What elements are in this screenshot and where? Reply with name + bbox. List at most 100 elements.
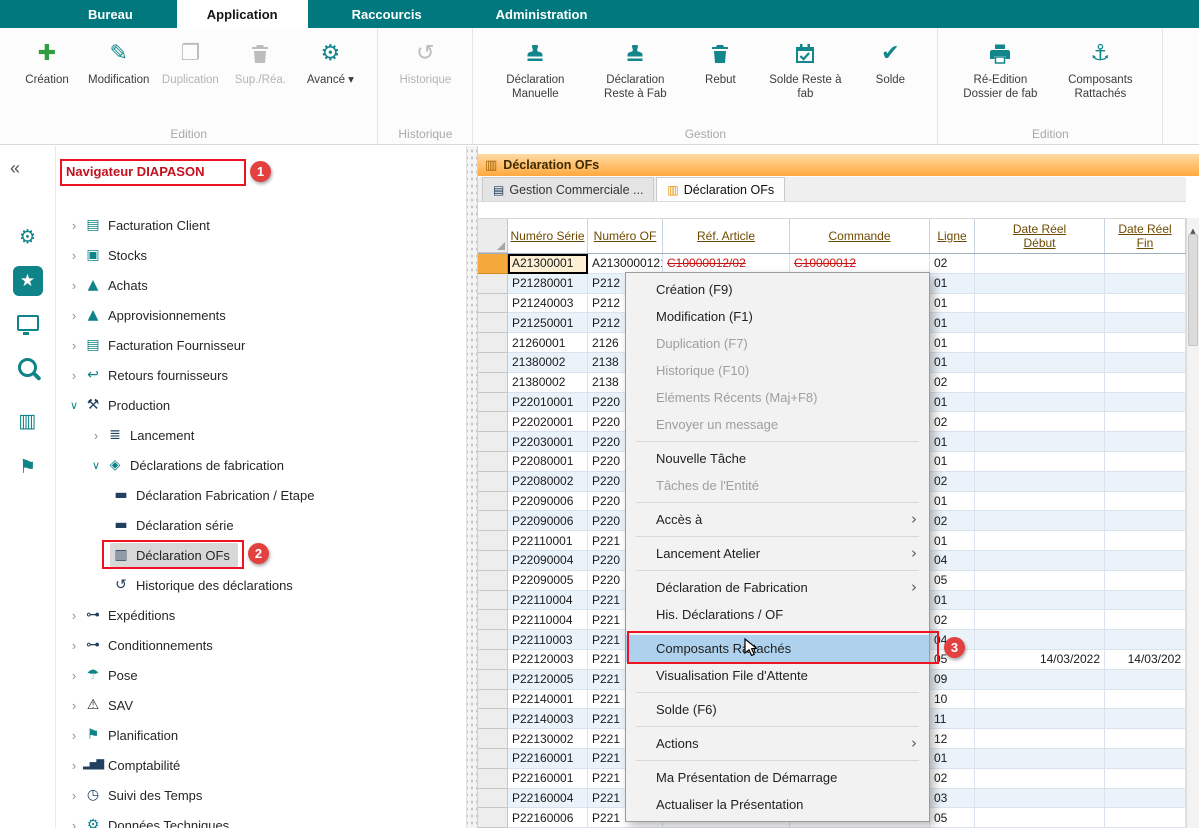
tree-item-declaration-serie[interactable]: ▬Déclaration série <box>56 510 466 540</box>
row-selector[interactable] <box>478 432 508 452</box>
tree-item-declaration-fabrication-etape[interactable]: ▬Déclaration Fabrication / Etape <box>56 480 466 510</box>
duplication-button[interactable]: ❐Duplication <box>155 36 225 87</box>
context-menu-item-actualiser-la-presentation[interactable]: Actualiser la Présentation <box>626 791 929 818</box>
context-menu-item-ma-presentation-de-demarrage[interactable]: Ma Présentation de Démarrage <box>626 764 929 791</box>
row-selector[interactable] <box>478 551 508 571</box>
tree-item-suivi-des-temps[interactable]: ›◷Suivi des Temps <box>56 780 466 810</box>
rail-flag-icon[interactable]: ⚑ <box>0 458 55 478</box>
row-selector[interactable] <box>478 511 508 531</box>
re-edition-dossier-de-fab-button[interactable]: Ré-Edition Dossier de fab <box>950 36 1050 102</box>
scrollbar-thumb[interactable] <box>1188 234 1198 346</box>
collapse-sidebar-button[interactable]: « <box>10 158 20 179</box>
chevron-right-icon[interactable]: › <box>66 788 82 803</box>
row-selector[interactable] <box>478 571 508 591</box>
row-selector[interactable] <box>478 294 508 314</box>
avance-button[interactable]: ⚙Avancé ▾ <box>295 36 365 87</box>
tree-item-achats[interactable]: ›▲Achats <box>56 270 466 300</box>
chevron-right-icon[interactable]: › <box>66 218 82 233</box>
context-menu-item-creation-f9[interactable]: Création (F9) <box>626 276 929 303</box>
context-menu-item-solde-f6[interactable]: Solde (F6) <box>626 696 929 723</box>
creation-button[interactable]: ✚Création <box>12 36 82 87</box>
row-selector[interactable] <box>478 492 508 512</box>
context-menu-item-acces-a[interactable]: Accès à› <box>626 506 929 533</box>
row-selector[interactable] <box>478 769 508 789</box>
context-menu-item-visualisation-file-d-attente[interactable]: Visualisation File d'Attente <box>626 662 929 689</box>
tree-item-stocks[interactable]: ›▣Stocks <box>56 240 466 270</box>
row-selector[interactable] <box>478 591 508 611</box>
chevron-right-icon[interactable]: › <box>66 368 82 383</box>
sidebar-splitter[interactable] <box>466 146 478 828</box>
chevron-right-icon[interactable]: › <box>66 308 82 323</box>
chevron-right-icon[interactable]: › <box>66 758 82 773</box>
chevron-right-icon[interactable]: › <box>88 428 104 443</box>
row-selector[interactable] <box>478 610 508 630</box>
chevron-right-icon[interactable]: › <box>66 608 82 623</box>
row-selector[interactable] <box>478 729 508 749</box>
row-selector[interactable] <box>478 749 508 769</box>
chevron-right-icon[interactable]: › <box>66 278 82 293</box>
tree-item-sav[interactable]: ›⚠SAV <box>56 690 466 720</box>
rail-columns-icon[interactable]: ▥ <box>0 412 55 432</box>
tree-item-approvisionnements[interactable]: ›▲Approvisionnements <box>56 300 466 330</box>
chevron-right-icon[interactable]: › <box>66 638 82 653</box>
chevron-right-icon[interactable]: › <box>66 818 82 828</box>
context-menu-item-actions[interactable]: Actions› <box>626 730 929 757</box>
chevron-right-icon[interactable]: › <box>66 728 82 743</box>
tree-item-donnees-techniques[interactable]: ›⚙Données Techniques <box>56 810 466 828</box>
tree-item-historique-des-declarations[interactable]: ↺Historique des déclarations <box>56 570 466 600</box>
row-selector[interactable] <box>478 313 508 333</box>
row-selector[interactable] <box>478 393 508 413</box>
row-selector[interactable] <box>478 472 508 492</box>
context-menu-item-his-declarations-of[interactable]: His. Déclarations / OF <box>626 601 929 628</box>
chevron-down-icon[interactable]: ∨ <box>66 399 82 412</box>
column-header-ref-article[interactable]: Réf. Article <box>663 219 790 253</box>
menu-tab-raccourcis[interactable]: Raccourcis <box>322 0 452 28</box>
context-menu-item-composants-rattaches[interactable]: Composants Rattachés <box>626 635 929 662</box>
tab-gestion-commerciale[interactable]: ▤Gestion Commerciale ... <box>482 177 654 201</box>
tree-item-lancement[interactable]: ›≣Lancement <box>56 420 466 450</box>
row-selector[interactable] <box>478 808 508 828</box>
rail-search-icon[interactable] <box>0 358 55 382</box>
declaration-reste-a-fab-button[interactable]: Déclaration Reste à Fab <box>585 36 685 102</box>
column-header-ligne[interactable]: Ligne <box>930 219 975 253</box>
chevron-right-icon[interactable]: › <box>66 698 82 713</box>
row-selector[interactable] <box>478 412 508 432</box>
column-header-commande[interactable]: Commande <box>790 219 930 253</box>
row-selector[interactable] <box>478 709 508 729</box>
row-selector[interactable] <box>478 630 508 650</box>
column-header-date-reel-debut[interactable]: Date Réel Début <box>975 219 1105 253</box>
modification-button[interactable]: ✎Modification <box>82 36 155 87</box>
rail-star-icon[interactable]: ★ <box>0 266 55 296</box>
tree-item-retours-fournisseurs[interactable]: ›↩Retours fournisseurs <box>56 360 466 390</box>
declaration-manuelle-button[interactable]: Déclaration Manuelle <box>485 36 585 102</box>
row-selector[interactable] <box>478 670 508 690</box>
tree-item-production[interactable]: ∨⚒Production <box>56 390 466 420</box>
row-selector[interactable] <box>478 650 508 670</box>
rebut-button[interactable]: Rebut <box>685 36 755 87</box>
row-selector[interactable] <box>478 353 508 373</box>
chevron-right-icon[interactable]: › <box>66 668 82 683</box>
column-header-numero-serie[interactable]: Numéro Série <box>508 219 588 253</box>
table-row[interactable]: A21300001A2130000121C10000012/02C1000001… <box>478 254 1186 274</box>
column-header-numero-of[interactable]: Numéro OF <box>588 219 663 253</box>
select-all-corner[interactable] <box>478 219 508 253</box>
rail-monitor-icon[interactable] <box>0 312 55 336</box>
row-selector[interactable] <box>478 531 508 551</box>
tree-item-expeditions[interactable]: ›⊶Expéditions <box>56 600 466 630</box>
vertical-scrollbar[interactable] <box>1186 218 1199 828</box>
context-menu-item-lancement-atelier[interactable]: Lancement Atelier› <box>626 540 929 567</box>
tree-item-pose[interactable]: ›☂Pose <box>56 660 466 690</box>
tree-item-facturation-fournisseur[interactable]: ›▤Facturation Fournisseur <box>56 330 466 360</box>
row-selector[interactable] <box>478 690 508 710</box>
chevron-right-icon[interactable]: › <box>66 338 82 353</box>
historique-button[interactable]: ↺Historique <box>390 36 460 87</box>
solde-button[interactable]: ✔Solde <box>855 36 925 87</box>
menu-tab-application[interactable]: Application <box>177 0 308 28</box>
tree-item-planification[interactable]: ›⚑Planification <box>56 720 466 750</box>
chevron-down-icon[interactable]: ∨ <box>88 459 104 472</box>
sup-rea-button[interactable]: Sup./Réa. <box>225 36 295 87</box>
tree-item-comptabilite[interactable]: ›▂▅▇Comptabilité <box>56 750 466 780</box>
tree-item-conditionnements[interactable]: ›⊶Conditionnements <box>56 630 466 660</box>
row-selector[interactable] <box>478 373 508 393</box>
row-selector[interactable] <box>478 274 508 294</box>
